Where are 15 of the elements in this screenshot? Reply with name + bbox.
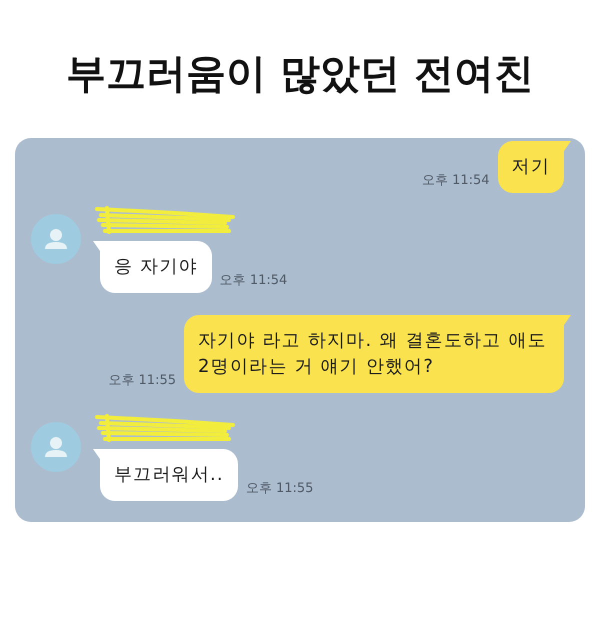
message-time: 오후 11:55 — [246, 480, 314, 497]
avatar-icon — [31, 214, 81, 264]
bubble-tail-icon — [564, 141, 571, 151]
bubble-tail-icon — [93, 449, 100, 459]
message-bubble: 부끄러워서.. — [100, 449, 238, 501]
bubble-tail-icon — [564, 315, 571, 325]
message-time: 오후 11:55 — [108, 372, 176, 389]
bubble-tail-icon — [93, 241, 100, 251]
message-bubble: 응 자기야 — [100, 241, 212, 293]
message-bubble: 자기야 라고 하지마. 왜 결혼도하고 애도 2명이라는 거 얘기 안했어? — [184, 315, 564, 393]
avatar-icon — [31, 422, 81, 472]
message-time: 오후 11:54 — [220, 272, 288, 289]
page-title: 부끄러움이 많았던 전여친 — [66, 50, 534, 99]
message-bubble: 저기 — [498, 141, 564, 193]
message-time: 오후 11:54 — [422, 172, 490, 189]
